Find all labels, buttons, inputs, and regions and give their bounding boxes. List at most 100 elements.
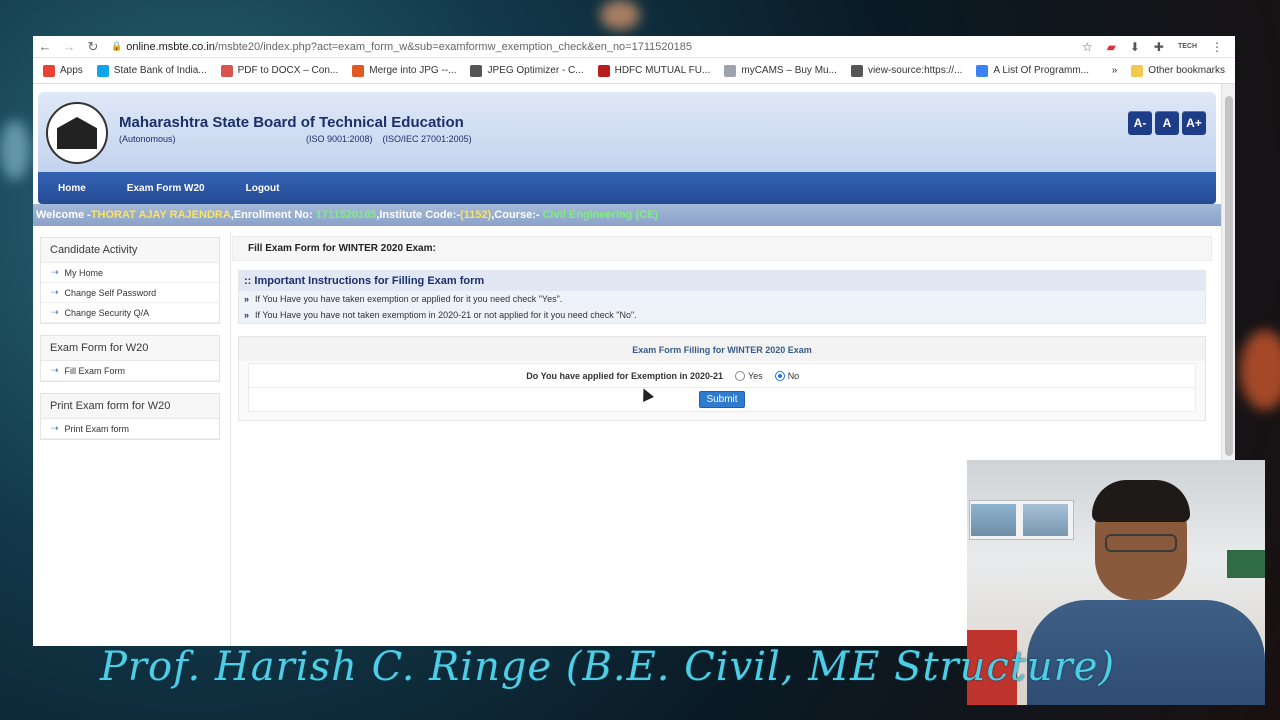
doc-icon (976, 64, 989, 77)
bookmark-item[interactable]: PDF to DOCX – Con... (220, 64, 339, 77)
radio-no[interactable]: No (774, 370, 800, 381)
other-bookmarks-label: Other bookmarks (1148, 65, 1225, 76)
lock-icon[interactable]: 🔒 (111, 41, 122, 52)
radio-no-circle[interactable] (774, 370, 785, 381)
webcam-green-board (1227, 550, 1265, 578)
bookmarks-bar: Apps State Bank of India... PDF to DOCX – … (33, 58, 1235, 84)
submit-button[interactable]: Submit (699, 391, 745, 408)
bookmark-label: Merge into JPG --... (369, 65, 457, 76)
other-bookmarks[interactable]: Other bookmarks (1131, 64, 1225, 77)
globe-icon (850, 64, 863, 77)
presenter-glasses (1105, 534, 1177, 552)
nav-home[interactable]: Home (58, 183, 86, 194)
radio-yes-circle[interactable] (735, 370, 745, 381)
instruction-item: » If You Have you have taken exemption o… (239, 291, 1205, 307)
menu-icon[interactable]: ⋮ (1211, 40, 1223, 54)
bookmark-item[interactable]: myCAMS – Buy Mu... (724, 64, 837, 77)
globe-icon (470, 64, 483, 77)
back-icon[interactable]: ← (33, 39, 57, 54)
bookmark-label: A List Of Programm... (993, 65, 1090, 76)
extension-car-icon[interactable]: ▰ (1107, 40, 1116, 54)
nav-exam-form-w20[interactable]: Exam Form W20 (127, 183, 205, 194)
sidebar-section: Candidate Activity ⇢ My Home ⇢ Change Self P… (40, 237, 220, 324)
bookmark-item[interactable]: HDFC MUTUAL FU... (597, 64, 711, 77)
sidebar-section-title: Print Exam form for W20 (41, 394, 219, 419)
desktop-background: { "browser": { "url_host": "online.msbte… (0, 0, 1280, 720)
star-icon[interactable]: ☆ (1082, 40, 1093, 54)
bookmark-label: HDFC MUTUAL FU... (614, 65, 711, 76)
sidebar-section-title: Candidate Activity (41, 238, 219, 263)
bookmark-item[interactable]: State Bank of India... (96, 64, 207, 77)
sidebar-link[interactable]: ⇢ Fill Exam Form (41, 361, 219, 381)
instruction-text: If You Have you have taken exemption or … (255, 294, 563, 304)
tech-extension-icon[interactable]: TECH (1178, 43, 1197, 50)
font-normal-button[interactable]: A (1155, 111, 1179, 135)
exemption-question-row: Do You have applied for Exemption in 202… (248, 363, 1196, 388)
sidebar-link[interactable]: ⇢ My Home (41, 263, 219, 283)
org-subtitle: (Autonomous) (119, 134, 176, 144)
org-iso: (ISO 9001:2008) (ISO/IEC 27001:2005) (306, 134, 472, 144)
course-label: ,Course:- (491, 209, 543, 221)
scrollbar-thumb[interactable] (1225, 96, 1233, 456)
welcome-bar: Welcome - THORAT AJAY RAJENDRA ,Enrollme… (33, 204, 1221, 226)
vertical-divider (230, 232, 231, 646)
radio-yes-label[interactable]: Yes (748, 371, 763, 381)
webcam-photo (1023, 504, 1068, 536)
sidebar-link-label: Change Security Q/A (64, 307, 150, 318)
radio-yes[interactable]: Yes (735, 370, 763, 381)
cams-icon (724, 64, 737, 77)
form-title: Exam Form Filling for WINTER 2020 Exam (239, 337, 1205, 361)
font-size-controls: A- A A+ (1128, 111, 1206, 135)
sidebar-section: Print Exam form for W20 ⇢ Print Exam form (40, 393, 220, 440)
student-name: THORAT AJAY RAJENDRA (90, 209, 231, 221)
instruction-item: » If You Have you have not taken exempti… (239, 307, 1205, 323)
main-nav: Home Exam Form W20 Logout (38, 172, 1216, 204)
instructions-title: :: Important Instructions for Filling Ex… (239, 271, 1205, 291)
main-content: Fill Exam Form for WINTER 2020 Exam: :: … (232, 236, 1212, 421)
sidebar-link-label: Fill Exam Form (64, 365, 126, 376)
bokeh-light (1240, 330, 1280, 410)
welcome-prefix: Welcome - (36, 209, 91, 221)
forward-icon[interactable]: → (57, 39, 81, 54)
instructions-box: :: Important Instructions for Filling Ex… (238, 270, 1206, 324)
instruction-text: If You Have you have not taken exemptiom… (255, 310, 637, 320)
merge-icon (352, 64, 365, 77)
sidebar: Candidate Activity ⇢ My Home ⇢ Change Self P… (40, 237, 220, 451)
bookmark-item[interactable]: Apps (43, 64, 83, 77)
bookmark-item[interactable]: A List Of Programm... (976, 64, 1090, 77)
bookmark-item[interactable]: Merge into JPG --... (352, 64, 457, 77)
arrow-icon: ⇢ (51, 287, 59, 297)
bookmark-label: JPEG Optimizer - C... (487, 65, 584, 76)
url-host: online.msbte.co.in (126, 40, 215, 53)
bookmarks-overflow-icon[interactable]: » (1112, 65, 1118, 76)
bullet-icon: » (244, 294, 250, 304)
url-field[interactable]: online.msbte.co.in/msbte20/index.php?act… (122, 41, 1082, 53)
sidebar-link[interactable]: ⇢ Print Exam form (41, 419, 219, 439)
sidebar-link-label: Print Exam form (64, 423, 130, 434)
arrow-icon: ⇢ (51, 307, 59, 317)
font-decrease-button[interactable]: A- (1128, 111, 1152, 135)
url-path: /msbte20/index.php?act=exam_form_w&sub=e… (214, 40, 692, 53)
puzzle-icon[interactable]: ✚ (1154, 40, 1164, 54)
course-name: Civil Engineering (CE) (542, 209, 659, 221)
bookmark-label: myCAMS – Buy Mu... (741, 65, 837, 76)
apps-grid-icon (43, 64, 55, 77)
nav-logout[interactable]: Logout (246, 183, 280, 194)
sidebar-section: Exam Form for W20 ⇢ Fill Exam Form (40, 335, 220, 382)
sidebar-link-label: Change Self Password (64, 287, 157, 298)
font-increase-button[interactable]: A+ (1182, 111, 1206, 135)
bookmark-item[interactable]: JPEG Optimizer - C... (470, 64, 584, 77)
bookmark-item[interactable]: view-source:https://... (850, 64, 962, 77)
bokeh-light (600, 0, 640, 30)
folder-icon (1131, 64, 1144, 77)
institute-label: ,Institute Code:- (376, 209, 461, 221)
pdf-icon (220, 64, 233, 77)
bookmark-label: PDF to DOCX – Con... (237, 65, 339, 76)
download-icon[interactable]: ⬇ (1130, 40, 1140, 54)
reload-icon[interactable]: ↻ (81, 39, 105, 55)
sidebar-link[interactable]: ⇢ Change Self Password (41, 283, 219, 303)
bokeh-light (0, 120, 30, 180)
radio-no-label[interactable]: No (788, 371, 800, 381)
sidebar-link[interactable]: ⇢ Change Security Q/A (41, 303, 219, 323)
org-name: Maharashtra State Board of Technical Edu… (119, 114, 464, 131)
